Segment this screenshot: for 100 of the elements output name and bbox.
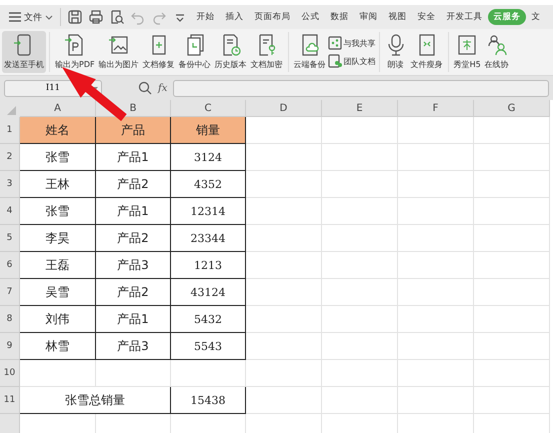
row-header[interactable]: 6 <box>0 252 20 279</box>
ribbon-button[interactable]: 输出为PDF <box>53 31 97 73</box>
empty-cell[interactable] <box>246 252 322 279</box>
ribbon-button[interactable]: 与我共享 <box>328 36 376 50</box>
empty-cell[interactable] <box>322 252 398 279</box>
ribbon-button[interactable]: 文档修复 <box>140 31 177 73</box>
file-menu[interactable]: 文件 <box>6 8 56 26</box>
ribbon-tab[interactable]: 开始 <box>191 9 220 25</box>
total-label-cell: 张雪总销量 <box>20 387 171 414</box>
ribbon-tab[interactable]: 文 <box>526 9 546 25</box>
empty-cell[interactable] <box>474 387 550 414</box>
row-header[interactable]: 3 <box>0 171 20 198</box>
empty-cell[interactable] <box>474 252 550 279</box>
empty-cell[interactable] <box>398 198 474 225</box>
column-header[interactable]: F <box>398 100 474 117</box>
save-icon <box>67 9 83 25</box>
table-cell: 产品2 <box>96 279 171 306</box>
row-header[interactable]: 4 <box>0 198 20 225</box>
empty-cell[interactable] <box>322 225 398 252</box>
empty-cell[interactable] <box>322 171 398 198</box>
empty-cell[interactable] <box>398 333 474 360</box>
ribbon-button[interactable]: 文档加密 <box>248 31 285 73</box>
column-header[interactable]: G <box>474 100 550 117</box>
empty-cell[interactable] <box>474 333 550 360</box>
empty-cell[interactable] <box>322 117 398 144</box>
chevron-down-icon <box>45 14 53 20</box>
empty-cell[interactable] <box>246 306 322 333</box>
empty-cell[interactable] <box>474 117 550 144</box>
row-header[interactable]: 1 <box>0 117 20 144</box>
empty-cell[interactable] <box>474 198 550 225</box>
ribbon-button[interactable]: 在线协 <box>482 31 511 73</box>
empty-cell[interactable] <box>398 144 474 171</box>
column-header[interactable]: C <box>171 100 246 117</box>
ribbon-button[interactable]: 文件瘦身 <box>408 31 445 73</box>
empty-cell[interactable] <box>474 306 550 333</box>
empty-cell[interactable] <box>246 279 322 306</box>
menu-icon <box>9 12 21 22</box>
empty-cell[interactable] <box>398 306 474 333</box>
empty-cell[interactable] <box>246 225 322 252</box>
ribbon-tab[interactable]: 插入 <box>220 9 249 25</box>
empty-cell[interactable] <box>322 306 398 333</box>
ribbon-button[interactable]: 发送至手机 <box>2 31 46 73</box>
ribbon-button[interactable]: 朗读 <box>382 31 409 73</box>
empty-cell[interactable] <box>398 279 474 306</box>
empty-cell[interactable] <box>398 360 474 387</box>
row-header[interactable]: 7 <box>0 279 20 306</box>
row-header[interactable]: 10 <box>0 360 20 387</box>
empty-cell[interactable] <box>322 198 398 225</box>
column-header[interactable]: A <box>20 100 96 117</box>
empty-cell[interactable] <box>246 387 322 414</box>
empty-cell[interactable] <box>474 144 550 171</box>
row-header[interactable]: 11 <box>0 387 20 414</box>
empty-cell[interactable] <box>322 279 398 306</box>
empty-cell[interactable] <box>246 171 322 198</box>
header-cell: 产品 <box>96 117 171 144</box>
row-header[interactable]: 5 <box>0 225 20 252</box>
empty-cell[interactable] <box>474 225 550 252</box>
empty-cell[interactable] <box>322 387 398 414</box>
table-cell: 12314 <box>171 198 246 225</box>
ribbon-tab[interactable]: 数据 <box>325 9 354 25</box>
empty-cell[interactable] <box>398 387 474 414</box>
empty-cell[interactable] <box>322 144 398 171</box>
row-header[interactable]: 9 <box>0 333 20 360</box>
ribbon-tab[interactable]: 页面布局 <box>249 9 296 25</box>
empty-cell[interactable] <box>322 333 398 360</box>
empty-cell[interactable] <box>246 333 322 360</box>
ribbon-button[interactable]: 备份中心 <box>176 31 213 73</box>
empty-cell[interactable] <box>398 117 474 144</box>
empty-cell[interactable] <box>474 279 550 306</box>
ribbon-button[interactable]: 秀堂H5 <box>452 31 483 73</box>
table-cell: 15438 <box>171 387 246 414</box>
column-header[interactable]: E <box>322 100 398 117</box>
print-icon <box>88 9 104 25</box>
empty-cell[interactable] <box>246 144 322 171</box>
show-page-icon <box>456 34 478 56</box>
ribbon-button[interactable]: 输出为图片 <box>96 31 141 73</box>
ribbon-tab[interactable]: 安全 <box>412 9 441 25</box>
empty-cell[interactable] <box>398 171 474 198</box>
empty-cell[interactable] <box>96 360 171 387</box>
empty-cell[interactable] <box>322 360 398 387</box>
empty-cell[interactable] <box>474 171 550 198</box>
table-cell: 产品2 <box>96 171 171 198</box>
empty-cell[interactable] <box>171 360 246 387</box>
ribbon-tab[interactable]: 开发工具 <box>441 9 488 25</box>
row-header[interactable]: 2 <box>0 144 20 171</box>
formula-input[interactable] <box>173 80 549 96</box>
ribbon-tab[interactable]: 公式 <box>296 9 325 25</box>
ribbon-tab[interactable]: 视图 <box>383 9 412 25</box>
row-header[interactable] <box>0 414 20 433</box>
empty-cell[interactable] <box>246 198 322 225</box>
ribbon-button[interactable]: 历史版本 <box>212 31 249 73</box>
ribbon-button[interactable]: 云端备份 <box>292 31 328 73</box>
empty-cell[interactable] <box>246 360 322 387</box>
empty-cell[interactable] <box>398 225 474 252</box>
row-header[interactable]: 8 <box>0 306 20 333</box>
ribbon-button[interactable]: 团队文档 <box>328 54 376 68</box>
column-header[interactable]: D <box>246 100 322 117</box>
empty-cell[interactable] <box>398 252 474 279</box>
ribbon-tab[interactable]: 审阅 <box>354 9 383 25</box>
empty-cell[interactable] <box>474 360 550 387</box>
